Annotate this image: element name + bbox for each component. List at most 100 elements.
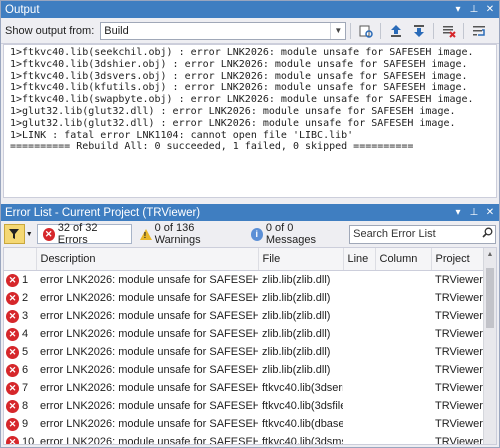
- warning-icon: !: [139, 228, 152, 240]
- word-wrap-icon[interactable]: [469, 21, 489, 41]
- dropdown-arrow-icon[interactable]: ▾: [451, 206, 465, 220]
- table-row[interactable]: ✕ 9 error LNK2026: module unsafe for SAFES…: [4, 415, 488, 433]
- error-icon: ✕: [6, 435, 19, 444]
- row-column: [375, 397, 431, 415]
- error-icon: ✕: [6, 345, 19, 359]
- table-row[interactable]: ✕ 7 error LNK2026: module unsafe for SAFES…: [4, 379, 488, 397]
- toolbar-separator: [433, 22, 435, 39]
- row-column: [375, 433, 431, 444]
- row-line: [343, 361, 375, 379]
- row-line: [343, 397, 375, 415]
- go-to-next-icon[interactable]: [409, 21, 429, 41]
- row-column: [375, 325, 431, 343]
- row-number: 1: [22, 274, 29, 286]
- error-icon: ✕: [6, 327, 19, 341]
- prev-svg: [391, 24, 402, 37]
- column-header-column[interactable]: Column: [375, 248, 432, 271]
- search-box[interactable]: [349, 224, 496, 244]
- row-file: zlib.lib(zlib.dll): [262, 274, 331, 286]
- row-description: error LNK2026: module unsafe for SAFESEH…: [40, 292, 258, 304]
- table-row[interactable]: ✕ 1 error LNK2026: module unsafe for SAFES…: [4, 271, 488, 290]
- errors-count-label: 32 of 32 Errors: [57, 222, 98, 246]
- output-panel-title: Output: [5, 3, 40, 16]
- next-svg: [414, 24, 425, 37]
- column-header-line[interactable]: Line: [343, 248, 376, 271]
- row-number: 3: [22, 310, 29, 322]
- table-row[interactable]: ✕ 2 error LNK2026: module unsafe for SAFES…: [4, 289, 488, 307]
- row-column: [375, 307, 431, 325]
- row-line: [343, 343, 375, 361]
- output-line: 1>ftkvc40.lib(swapbyte.obj) : error LNK2…: [10, 94, 474, 106]
- row-project: TRViewer: [435, 292, 483, 304]
- output-source-value: Build: [104, 24, 129, 37]
- table-row[interactable]: ✕ 4 error LNK2026: module unsafe for SAFES…: [4, 325, 488, 343]
- pin-icon[interactable]: ⊥: [467, 3, 481, 17]
- output-line: 1>glut32.lib(glut32.dll) : error LNK2026…: [10, 117, 456, 129]
- row-description: error LNK2026: module unsafe for SAFESEH…: [40, 418, 258, 430]
- show-output-label: Show output from:: [5, 24, 95, 37]
- row-number: 2: [22, 292, 29, 304]
- filter-dropdown-icon[interactable]: ▼: [26, 231, 33, 238]
- table-row[interactable]: ✕ 10 error LNK2026: module unsafe for SAFE…: [4, 433, 488, 445]
- row-project: TRViewer: [435, 310, 483, 322]
- go-to-previous-icon[interactable]: [386, 21, 406, 41]
- filter-icon[interactable]: [4, 224, 25, 244]
- search-input[interactable]: [350, 227, 479, 241]
- row-description: error LNK2026: module unsafe for SAFESEH…: [40, 346, 258, 358]
- dropdown-arrow-icon[interactable]: ▾: [451, 3, 465, 17]
- row-file: zlib.lib(zlib.dll): [262, 364, 331, 376]
- column-header-description[interactable]: Description: [36, 248, 259, 271]
- error-icon: ✕: [6, 273, 19, 287]
- output-line: 1>LINK : fatal error LNK1104: cannot ope…: [10, 129, 354, 141]
- toolbar-separator: [380, 22, 382, 39]
- output-text-area[interactable]: 1>ftkvc40.lib(seekchil.obj) : error LNK2…: [3, 44, 497, 198]
- row-project: TRViewer: [435, 328, 483, 340]
- column-header-icon[interactable]: [4, 248, 37, 271]
- search-icon[interactable]: [479, 227, 495, 241]
- pin-icon[interactable]: ⊥: [467, 206, 481, 220]
- vertical-scrollbar[interactable]: ▲: [483, 248, 496, 444]
- row-number: 10: [22, 436, 35, 445]
- error-icon: ✕: [6, 363, 19, 377]
- error-icon: ✕: [6, 291, 19, 305]
- row-line: [343, 433, 375, 444]
- errors-toggle-button[interactable]: ✕ 32 of 32 Errors: [36, 222, 132, 246]
- warnings-count-label: 0 of 136 Warnings: [154, 222, 201, 246]
- filter-svg: [9, 229, 20, 239]
- row-number: 5: [22, 346, 29, 358]
- output-line: 1>ftkvc40.lib(kfutils.obj) : error LNK20…: [10, 82, 468, 94]
- row-description: error LNK2026: module unsafe for SAFESEH…: [40, 400, 258, 412]
- row-file: zlib.lib(zlib.dll): [262, 310, 331, 322]
- close-icon[interactable]: ✕: [483, 206, 497, 220]
- row-file: ftkvc40.lib(dbase3c: [262, 418, 343, 430]
- row-column: [375, 271, 431, 290]
- messages-count-label: 0 of 0 Messages: [265, 222, 316, 246]
- scrollbar-thumb[interactable]: [486, 268, 494, 328]
- table-row[interactable]: ✕ 8 error LNK2026: module unsafe for SAFES…: [4, 397, 488, 415]
- table-row[interactable]: ✕ 5 error LNK2026: module unsafe for SAFES…: [4, 343, 488, 361]
- row-number: 7: [22, 382, 29, 394]
- wrap-svg: [473, 25, 486, 36]
- table-row[interactable]: ✕ 6 error LNK2026: module unsafe for SAFES…: [4, 361, 488, 379]
- scroll-up-icon[interactable]: ▲: [484, 248, 496, 262]
- info-icon: i: [250, 227, 263, 241]
- row-line: [343, 415, 375, 433]
- table-row[interactable]: ✕ 3 error LNK2026: module unsafe for SAFES…: [4, 307, 488, 325]
- column-header-file[interactable]: File: [258, 248, 344, 271]
- warnings-toggle-button[interactable]: ! 0 of 136 Warnings: [134, 222, 243, 246]
- toolbar-separator: [350, 22, 352, 39]
- find-message-icon[interactable]: [356, 21, 376, 41]
- error-icon: ✕: [42, 227, 55, 241]
- close-icon[interactable]: ✕: [483, 3, 497, 17]
- row-file: ftkvc40.lib(3dsmse: [262, 436, 343, 445]
- row-line: [343, 289, 375, 307]
- window-frame: Output ▾ ⊥ ✕ Show output from: Build ▼ 1…: [0, 0, 500, 448]
- output-source-select[interactable]: Build ▼: [100, 21, 347, 40]
- messages-toggle-button[interactable]: i 0 of 0 Messages: [245, 222, 347, 246]
- clear-all-icon[interactable]: [439, 21, 459, 41]
- column-header-project[interactable]: Project: [431, 248, 489, 271]
- row-description: error LNK2026: module unsafe for SAFESEH…: [40, 274, 258, 286]
- row-line: [343, 325, 375, 343]
- table-header-row: Description File Line Column Project: [4, 248, 489, 271]
- row-line: [343, 379, 375, 397]
